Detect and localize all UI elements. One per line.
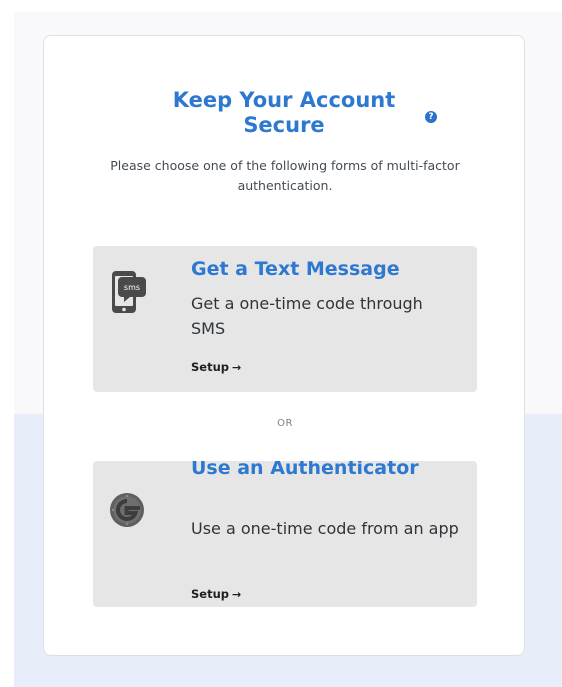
option-authenticator-title: Use an Authenticator <box>191 461 419 479</box>
page-title: Keep Your Account Secure <box>172 88 396 137</box>
or-separator: OR <box>277 418 293 429</box>
option-text-message-description: Get a one-time code through SMS <box>191 294 423 338</box>
arrow-right-icon: → <box>232 361 242 374</box>
page: Keep Your Account Secure ? Please choose… <box>0 0 562 687</box>
sms-phone-icon: sms <box>112 271 146 313</box>
option-authenticator-setup-link[interactable]: Setup → <box>191 587 241 602</box>
option-authenticator-description: Use a one-time code from an app <box>191 519 459 538</box>
setup-label: Setup <box>191 360 229 374</box>
option-text-message[interactable]: sms Get a Text Message Get a one-time co… <box>93 246 477 392</box>
help-icon[interactable]: ? <box>425 111 437 123</box>
mfa-card: Keep Your Account Secure ? Please choose… <box>43 35 525 656</box>
page-subtitle: Please choose one of the following forms… <box>110 158 460 193</box>
option-text-message-title: Get a Text Message <box>191 258 400 280</box>
arrow-right-icon: → <box>232 588 242 601</box>
setup-label: Setup <box>191 587 229 601</box>
google-authenticator-icon <box>110 493 144 527</box>
option-text-message-setup-link[interactable]: Setup → <box>191 360 241 375</box>
option-authenticator[interactable]: Use an Authenticator Use a one-time code… <box>93 461 477 607</box>
sms-icon-label: sms <box>124 283 140 292</box>
